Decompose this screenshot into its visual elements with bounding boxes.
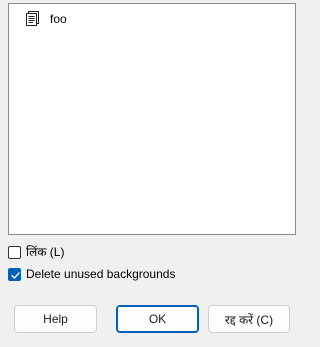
help-button[interactable]: Help [14, 305, 97, 333]
link-checkbox[interactable] [8, 245, 21, 259]
document-icon [24, 10, 42, 28]
ok-button[interactable]: OK [116, 305, 199, 333]
link-option[interactable]: लिंक (L) [8, 244, 64, 260]
delete-unused-option[interactable]: Delete unused backgrounds [8, 266, 175, 282]
checkmark-icon [11, 271, 20, 279]
list-item[interactable]: foo [24, 9, 67, 29]
list-item-label: foo [50, 12, 67, 26]
delete-unused-checkbox[interactable] [8, 267, 21, 281]
link-checkbox-label: लिंक (L) [26, 245, 65, 259]
cancel-button[interactable]: रद्द करें (C) [208, 305, 290, 333]
background-list[interactable]: foo [8, 3, 296, 235]
delete-unused-checkbox-label: Delete unused backgrounds [26, 267, 176, 281]
